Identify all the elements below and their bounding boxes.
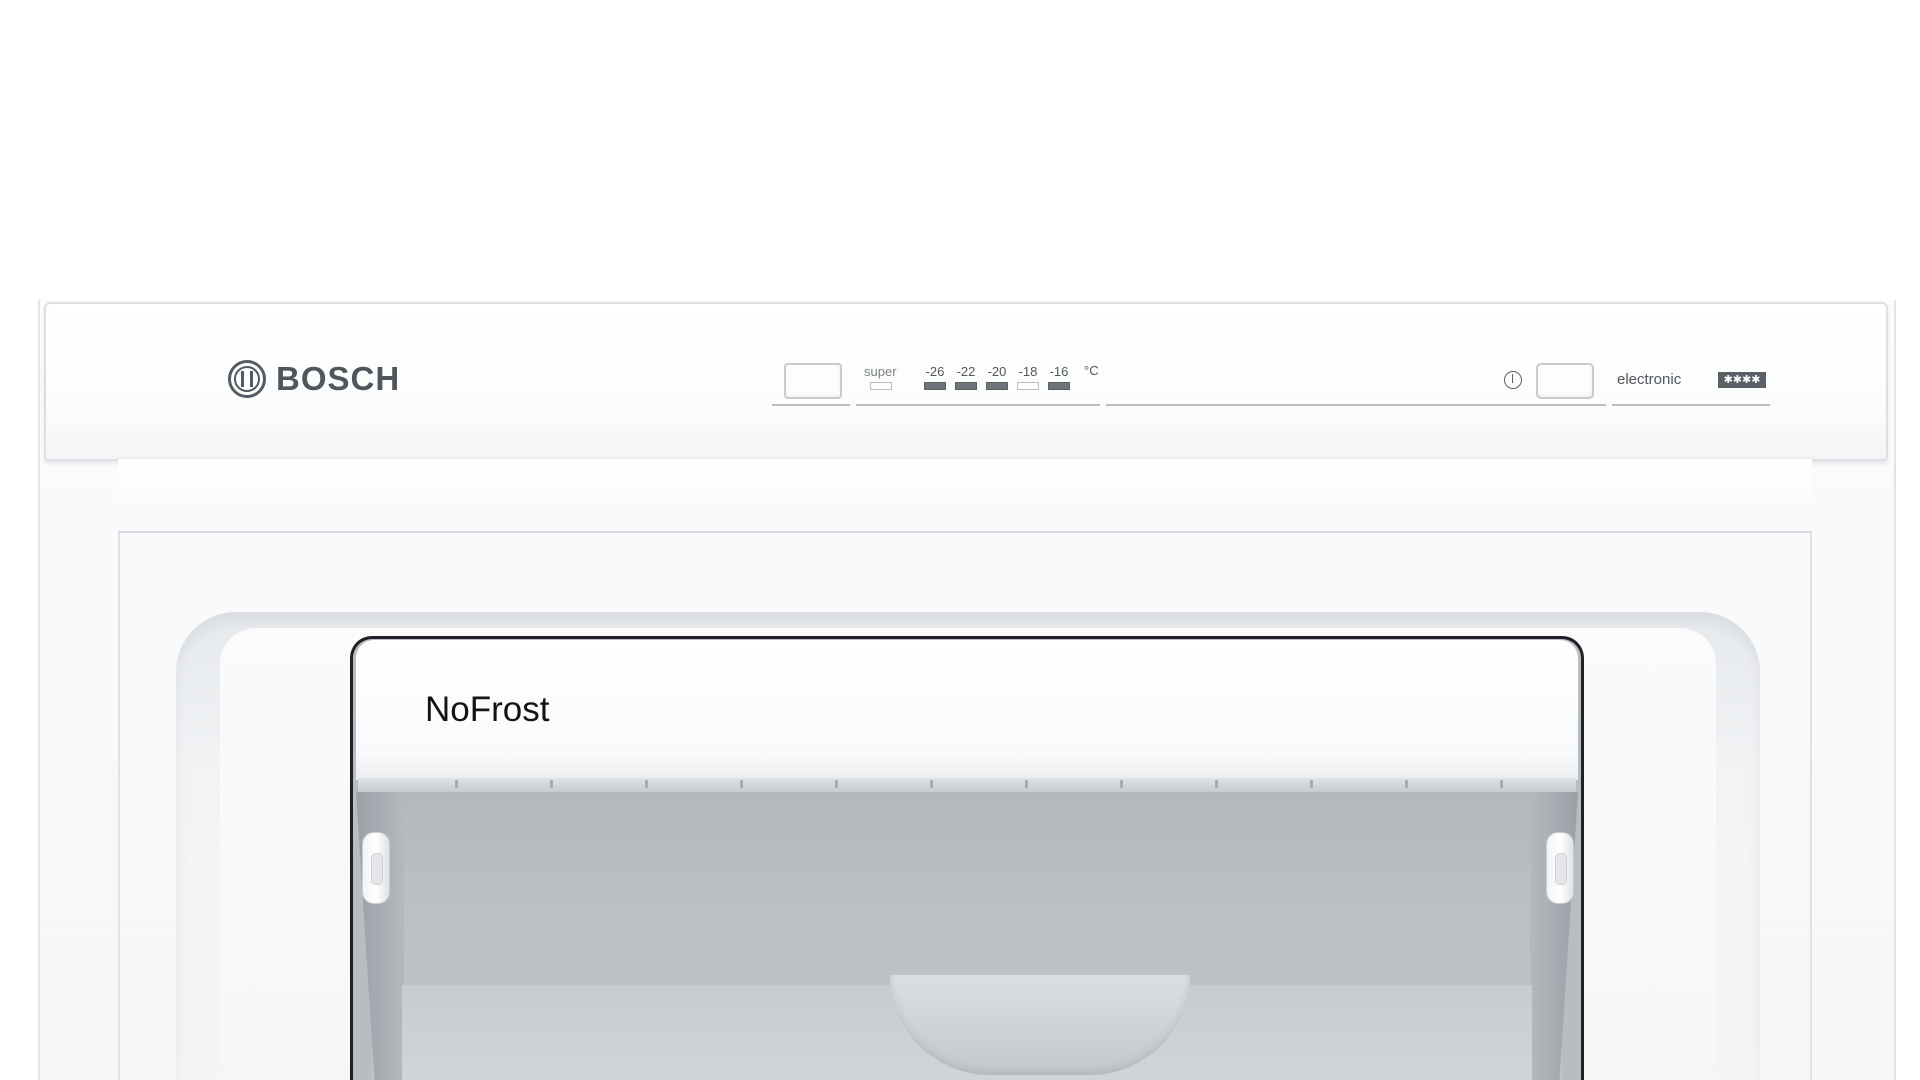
ridge-tick (550, 780, 553, 788)
temp-indicator-led (924, 382, 946, 390)
cabinet-left-rail (118, 460, 120, 1080)
ridge-tick (835, 780, 838, 788)
super-label: super (864, 364, 897, 379)
ridge-tick (1405, 780, 1408, 788)
panel-divider (856, 404, 1100, 406)
temp-indicator-led (1017, 382, 1039, 390)
power-icon (1504, 371, 1522, 389)
temp-label: -22 (956, 364, 976, 379)
panel-divider (1612, 404, 1770, 406)
brand-name: BOSCH (276, 360, 401, 397)
super-freeze-button[interactable] (784, 363, 842, 399)
nofrost-label: NoFrost (425, 690, 550, 729)
temp-label: -16 (1049, 364, 1069, 379)
freezer-star-rating-icon: ✱✱✱✱ (1718, 372, 1766, 388)
temp-label: -20 (987, 364, 1007, 379)
freezer-scene: BOSCH super -26 -22 -20 -18 -16 °C elect… (0, 0, 1920, 1080)
power-button[interactable] (1536, 363, 1594, 399)
ridge-tick (1120, 780, 1123, 788)
temp-label: -26 (925, 364, 945, 379)
brand-logo: BOSCH (228, 360, 400, 398)
ridge-tick (1215, 780, 1218, 788)
temp-label: -18 (1018, 364, 1038, 379)
flap-ridge (358, 778, 1576, 792)
electronic-label: electronic (1617, 371, 1682, 388)
door-top-frame (118, 458, 1812, 533)
ridge-tick (930, 780, 933, 788)
ridge-tick (1500, 780, 1503, 788)
bosch-armature-icon (228, 360, 266, 398)
temp-indicator-led (955, 382, 977, 390)
flap-hinge-right (1546, 832, 1574, 904)
ridge-tick (645, 780, 648, 788)
cabinet-right-rail (1810, 460, 1812, 1080)
ridge-tick (1310, 780, 1313, 788)
ridge-tick (740, 780, 743, 788)
ridge-tick (1025, 780, 1028, 788)
ridge-tick (455, 780, 458, 788)
temperature-unit: °C (1084, 363, 1099, 378)
temp-indicator-led (986, 382, 1008, 390)
super-indicator-led (870, 382, 892, 390)
flap-hinge-left (362, 832, 390, 904)
panel-divider (1106, 404, 1606, 406)
panel-divider (772, 404, 850, 406)
temp-indicator-led (1048, 382, 1070, 390)
